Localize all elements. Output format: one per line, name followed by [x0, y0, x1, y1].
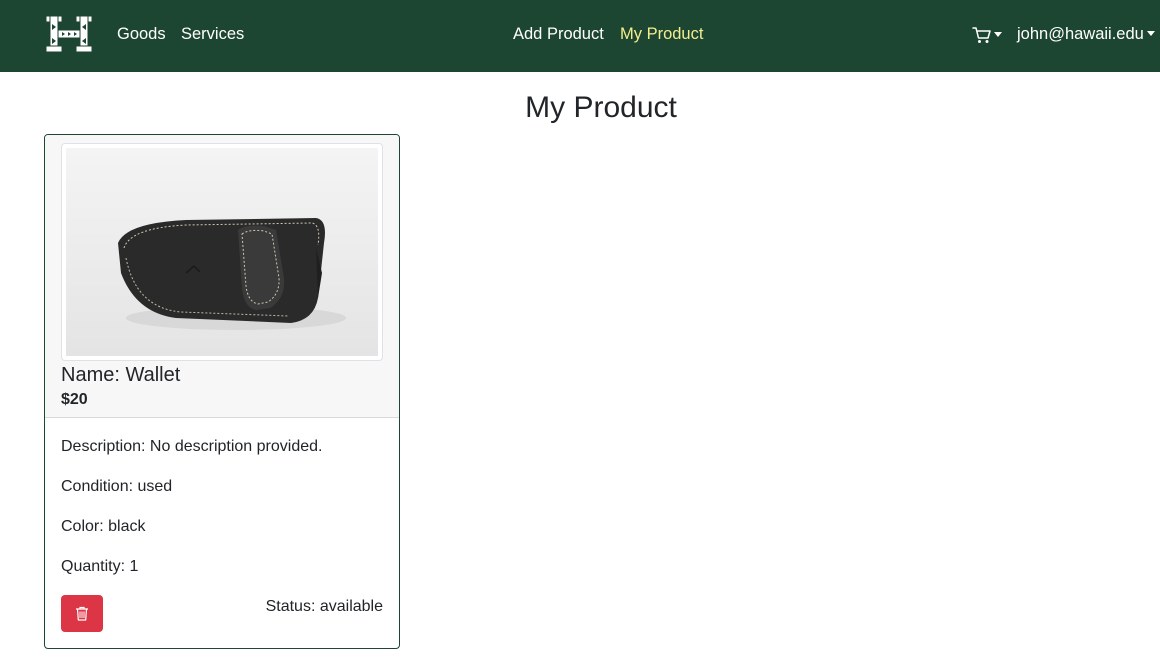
delete-product-button[interactable] [61, 595, 103, 632]
chevron-down-icon [994, 32, 1002, 37]
product-status: Status: available [265, 598, 383, 615]
nav-services-link[interactable]: Services [181, 24, 244, 44]
trash-icon [76, 606, 88, 621]
nav-add-product-link[interactable]: Add Product [513, 24, 604, 44]
hawaii-h-logo-icon[interactable] [44, 14, 94, 54]
product-condition: Condition: used [61, 478, 173, 495]
product-color: Color: black [61, 518, 146, 535]
product-card-header: Name: Wallet $20 [45, 135, 399, 418]
user-menu-dropdown[interactable]: john@hawaii.edu [1017, 24, 1155, 44]
product-quantity: Quantity: 1 [61, 558, 139, 575]
product-description: Description: No description provided. [61, 438, 323, 455]
top-navbar: Goods Services Add Product My Product jo… [0, 0, 1160, 72]
product-name: Name: Wallet [61, 364, 181, 386]
product-card: Name: Wallet $20 Description: No descrip… [44, 134, 400, 649]
wallet-image [66, 148, 378, 356]
nav-goods-link[interactable]: Goods [117, 24, 166, 44]
product-image-frame [61, 143, 383, 361]
nav-my-product-link[interactable]: My Product [620, 24, 703, 44]
chevron-down-icon [1146, 31, 1155, 37]
cart-dropdown[interactable] [972, 26, 1004, 46]
shopping-cart-icon [972, 27, 991, 43]
page-title: My Product [525, 91, 677, 124]
product-price: $20 [61, 391, 88, 408]
user-email: john@hawaii.edu [1017, 25, 1144, 43]
